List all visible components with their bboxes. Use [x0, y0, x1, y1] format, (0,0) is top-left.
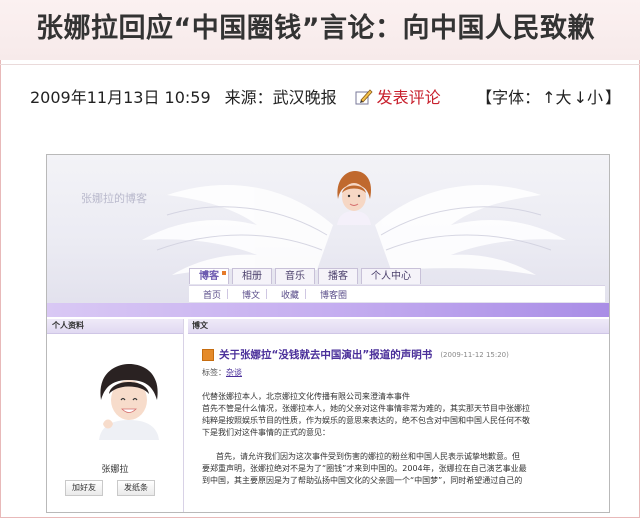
post-paragraph: 首先，请允许我们因为这次事件受到伤害的娜拉的粉丝和中国人民表示诚挚地歉意。但 [216, 452, 520, 461]
post-paragraph: 到中国，其主要原因是为了帮助弘扬中国文化的父亲圆一个“中国梦”，同时希望通过自己… [202, 476, 523, 485]
blog-screenshot: 张娜拉的博客 博客 相册 音乐 播客 个人中心 首页 博文 收藏 博客圈 个人资… [46, 154, 610, 513]
subnav-divider [266, 289, 268, 299]
add-friend-button[interactable]: 加好友 [65, 480, 103, 496]
post-panel-title: 博文 [188, 319, 609, 334]
font-size-control: 【字体： ↑大 ↓小 】 [475, 84, 622, 108]
post-time: (2009-11-12 15:20) [440, 350, 509, 359]
font-size-small-button[interactable]: ↓小 [574, 84, 603, 108]
blog-banner: 张娜拉的博客 博客 相册 音乐 播客 个人中心 首页 博文 收藏 博客圈 [47, 155, 609, 315]
tag-link[interactable]: 杂谈 [226, 368, 242, 377]
tab-album[interactable]: 相册 [232, 268, 272, 284]
blog-subnav: 首页 博文 收藏 博客圈 [189, 285, 605, 302]
subnav-divider [227, 289, 229, 299]
pencil-icon [355, 89, 373, 105]
post-title-row: 关于张娜拉“没钱就去中国演出”报道的声明书 (2009-11-12 15:20) [202, 347, 509, 362]
post-paragraph: 纯粹是按照娱乐节目的性质，作为娱乐的意思来表达的，绝不包含对中国和中国人民任何不… [202, 416, 530, 425]
font-size-large-button[interactable]: ↑大 [542, 84, 571, 108]
headline-bar: 张娜拉回应“中国圈钱”言论：向中国人民致歉 [0, 0, 640, 60]
subnav-favorites[interactable]: 收藏 [281, 288, 299, 301]
purple-divider-bar [47, 303, 609, 317]
article-source: 来源：武汉晚报 [224, 88, 337, 107]
font-size-prefix: 【字体： [476, 88, 541, 107]
subnav-blog-circle[interactable]: 博客圈 [320, 288, 347, 301]
font-size-suffix: 】 [604, 88, 621, 107]
tab-music[interactable]: 音乐 [275, 268, 315, 284]
tab-blog[interactable]: 博客 [189, 268, 229, 284]
post-tags: 标签：杂谈 [202, 367, 242, 378]
subnav-posts[interactable]: 博文 [242, 288, 260, 301]
article-meta: 2009年11月13日 10:59 来源：武汉晚报 发表评论 [30, 84, 441, 108]
post-title[interactable]: 关于张娜拉“没钱就去中国演出”报道的声明书 [219, 347, 432, 362]
post-comment-link[interactable]: 发表评论 [355, 84, 441, 108]
profile-avatar [89, 360, 169, 440]
publish-date: 2009年11月13日 10:59 [30, 88, 211, 107]
post-paragraph: 下是我们对这件事情的正式的意见： [202, 428, 330, 437]
article-headline: 张娜拉回应“中国圈钱”言论：向中国人民致歉 [36, 13, 595, 44]
sidebar-title: 个人资料 [47, 319, 183, 334]
profile-name[interactable]: 张娜拉 [47, 462, 183, 475]
blog-header-title: 张娜拉的博客 [81, 192, 147, 205]
subnav-divider [305, 289, 307, 299]
post-paragraph: 首先不管是什么情况，张娜拉本人，她的父亲对这件事情非常为难的，其实那天节目中张娜… [202, 404, 530, 413]
post-paragraph: 代替张娜拉本人，北京娜拉文化传播有限公司来澄清本事件 [202, 392, 410, 401]
post-body: 代替张娜拉本人，北京娜拉文化传播有限公司来澄清本事件 首先不管是什么情况，张娜拉… [202, 391, 602, 487]
tab-personal-center[interactable]: 个人中心 [361, 268, 421, 284]
subnav-home[interactable]: 首页 [203, 288, 221, 301]
post-icon [202, 348, 214, 361]
post-paragraph: 要郑重声明，张娜拉绝对不是为了“圈钱”才来到中国的。2004年，张娜拉在自己演艺… [202, 464, 527, 473]
tab-podcast[interactable]: 播客 [318, 268, 358, 284]
divider [0, 64, 640, 65]
post-comment-label: 发表评论 [376, 88, 441, 107]
send-message-button[interactable]: 发纸条 [117, 480, 155, 496]
post-panel: 博文 关于张娜拉“没钱就去中国演出”报道的声明书 (2009-11-12 15:… [188, 319, 609, 512]
tags-label: 标签： [202, 368, 226, 377]
banner-portrait-image [337, 171, 372, 225]
blog-tab-bar: 博客 相册 音乐 播客 个人中心 [189, 268, 424, 284]
